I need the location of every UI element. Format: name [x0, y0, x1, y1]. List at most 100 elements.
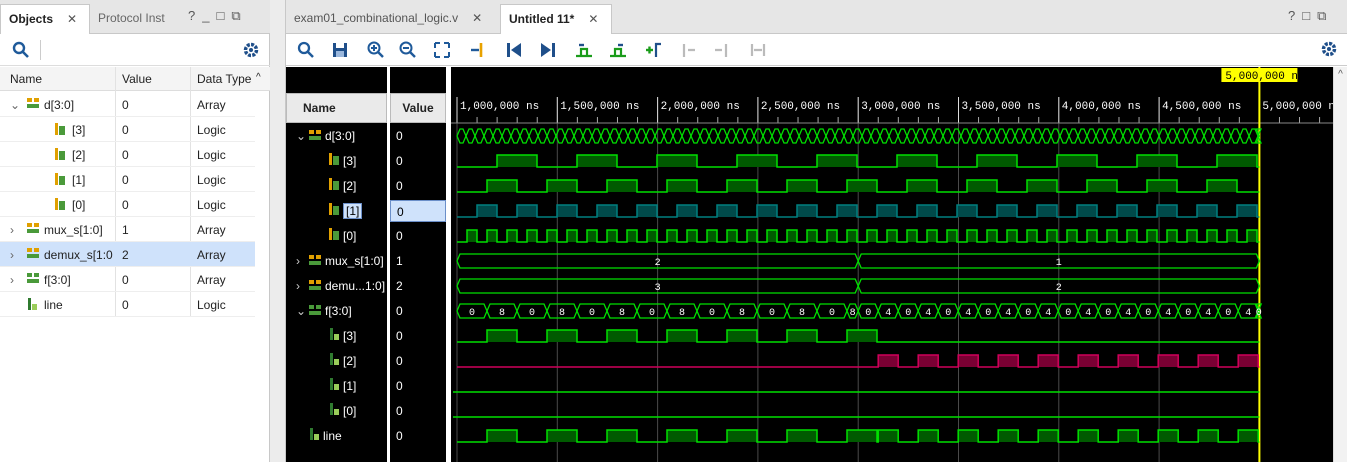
col-name-header[interactable]: Name	[10, 72, 42, 86]
maximize-icon[interactable]: □	[216, 8, 231, 23]
signal-name[interactable]: [1]	[316, 200, 363, 222]
bus-value: 0	[709, 308, 715, 319]
search-icon[interactable]	[12, 41, 30, 59]
object-name: [2]	[72, 148, 86, 162]
signal-icon	[308, 426, 320, 448]
wave-pulse	[547, 180, 577, 192]
wave-pulse	[1147, 180, 1177, 192]
bus-value: 0	[945, 308, 951, 319]
chevron-right-icon[interactable]: ›	[296, 250, 308, 272]
signal-label: [2]	[343, 354, 357, 368]
go-to-cursor-icon[interactable]	[468, 40, 488, 60]
value-header[interactable]: Value	[390, 93, 446, 123]
object-row[interactable]: › f[3:0] 0 Array	[0, 267, 255, 292]
go-to-end-icon[interactable]	[538, 40, 558, 60]
zoom-in-icon[interactable]	[366, 40, 386, 60]
signal-name[interactable]: [0]	[316, 400, 356, 422]
tab-objects[interactable]: Objects ✕	[0, 4, 90, 34]
tab-waveform[interactable]: Untitled 11* ✕	[500, 4, 612, 34]
zoom-fit-icon[interactable]	[432, 40, 452, 60]
object-row[interactable]: ⌄ d[3:0] 0 Array	[0, 92, 255, 117]
chevron-down-icon[interactable]: ⌄	[10, 98, 22, 112]
col-type-header[interactable]: Data Type	[197, 72, 251, 86]
signal-name[interactable]: [1]	[316, 375, 356, 397]
close-icon[interactable]: ✕	[472, 11, 482, 25]
object-row[interactable]: [2] 0 Logic	[0, 142, 255, 167]
maximize-icon[interactable]: □	[1302, 8, 1317, 23]
bus-value: 0	[769, 308, 775, 319]
waveform-canvas[interactable]: 1,000,000 ns 1,500,000 ns 2,000,000 ns 2,50…	[451, 67, 1334, 462]
wave-pulse	[467, 230, 477, 242]
search-icon[interactable]	[296, 40, 316, 60]
signal-name[interactable]: ⌄ f[3:0]	[296, 300, 352, 322]
chevron-right-icon[interactable]: ›	[10, 273, 22, 287]
vertical-scrollbar[interactable]: ^	[1333, 67, 1347, 462]
float-icon[interactable]: ⧉	[231, 8, 247, 23]
zoom-out-icon[interactable]	[398, 40, 418, 60]
signal-name[interactable]: › mux_s[1:0]	[296, 250, 384, 272]
chevron-right-icon[interactable]: ›	[10, 223, 22, 237]
signal-name[interactable]: [0]	[316, 225, 356, 247]
wave-pulse	[767, 230, 777, 242]
bus-value: 3	[655, 283, 661, 294]
chevron-down-icon[interactable]: ⌄	[296, 300, 308, 322]
bus-value: 0	[985, 308, 991, 319]
prev-transition-icon[interactable]	[574, 40, 594, 60]
close-icon[interactable]: ✕	[67, 12, 77, 26]
add-marker-icon[interactable]	[644, 40, 664, 60]
bus-value: 2	[655, 258, 661, 269]
signal-name[interactable]: line	[296, 425, 342, 447]
chevron-right-icon[interactable]: ›	[296, 275, 308, 297]
signal-icon	[308, 301, 322, 323]
name-header[interactable]: Name	[286, 93, 387, 123]
save-icon[interactable]	[330, 40, 350, 60]
object-row[interactable]: › demux_s[1:0 2 Array	[0, 242, 255, 267]
signal-name[interactable]: [2]	[316, 175, 356, 197]
chevron-down-icon[interactable]: ⌄	[296, 125, 308, 147]
help-icon[interactable]: ?	[1288, 8, 1302, 23]
signal-value-column: Value 0 0 0 0 0 1 2 0 0 0 0 0 0	[390, 67, 446, 462]
close-icon[interactable]: ✕	[588, 12, 598, 26]
object-row[interactable]: [3] 0 Logic	[0, 117, 255, 142]
wave-window-buttons: ?□⧉	[1288, 8, 1333, 24]
wave-pulse	[727, 230, 737, 242]
signal-name[interactable]: [3]	[316, 150, 356, 172]
signal-name[interactable]: [3]	[316, 325, 356, 347]
bus-value: 0	[1256, 308, 1262, 319]
signal-name[interactable]: [2]	[316, 350, 356, 372]
signal-name[interactable]: › demu...1:0]	[296, 275, 385, 297]
signal-name-column: Name ⌄ d[3:0] [3] [2] [1] [0] › mux_s[1:0] › demu…	[286, 67, 387, 462]
go-to-start-icon[interactable]	[504, 40, 524, 60]
tab-protocol-inst[interactable]: Protocol Inst	[90, 4, 178, 34]
wave-pulse	[1057, 155, 1097, 167]
wave-pulse	[1107, 230, 1117, 242]
wave-pulse	[917, 205, 937, 217]
gear-icon[interactable]	[242, 41, 260, 59]
gear-icon[interactable]	[1320, 40, 1340, 60]
signal-value: 0	[396, 404, 403, 418]
chevron-right-icon[interactable]: ›	[10, 248, 22, 262]
time-tick-label: 3,500,000 ns	[962, 101, 1041, 113]
signal-name[interactable]: ⌄ d[3:0]	[296, 125, 355, 147]
object-row[interactable]: [0] 0 Logic	[0, 192, 255, 217]
help-icon[interactable]: ?	[188, 8, 202, 23]
object-row[interactable]: › mux_s[1:0] 1 Array	[0, 217, 255, 242]
scroll-up-icon[interactable]: ^	[1334, 69, 1347, 80]
scroll-up-icon[interactable]: ^	[256, 72, 261, 83]
minimize-icon[interactable]: _	[202, 8, 216, 23]
wave-pulse	[1078, 430, 1099, 442]
object-row[interactable]: line 0 Logic	[0, 292, 255, 317]
object-name: [3]	[72, 123, 86, 137]
wave-pulse	[567, 230, 577, 242]
tab-source-file[interactable]: exam01_combinational_logic.v ✕	[286, 4, 498, 34]
float-icon[interactable]: ⧉	[1317, 8, 1333, 23]
next-transition-icon[interactable]	[608, 40, 628, 60]
object-row[interactable]: [1] 0 Logic	[0, 167, 255, 192]
col-value-header[interactable]: Value	[122, 72, 152, 86]
signal-value: 0	[396, 129, 403, 143]
wave-pulse	[877, 205, 897, 217]
wave-pulse	[747, 230, 757, 242]
wave-pulse	[1187, 230, 1197, 242]
wave-pulse	[577, 155, 617, 167]
object-name: mux_s[1:0]	[44, 223, 103, 237]
